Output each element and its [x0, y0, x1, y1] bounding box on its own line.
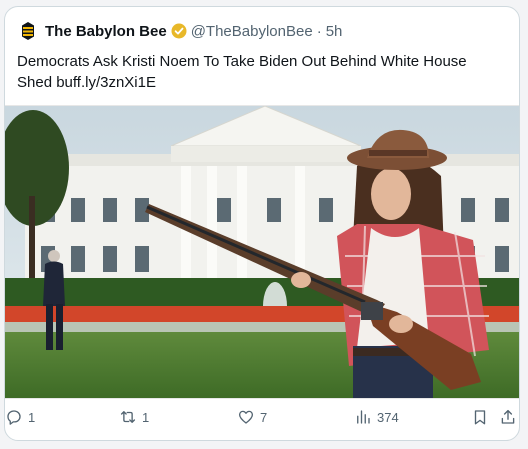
- share-button[interactable]: [499, 408, 519, 426]
- bee-logo-icon[interactable]: [17, 20, 39, 42]
- like-count: 7: [260, 409, 268, 425]
- separator-dot: ·: [316, 22, 322, 40]
- tweet-time[interactable]: 5h: [326, 23, 343, 40]
- share-icon: [501, 409, 515, 424]
- reply-icon: [7, 410, 21, 425]
- reply-button[interactable]: 1: [5, 408, 35, 426]
- tweet-text: Democrats Ask Kristi Noem To Take Biden …: [17, 51, 507, 93]
- retweet-count: 1: [142, 409, 150, 425]
- tweet-actions: 1 1 7 374: [5, 404, 519, 434]
- like-button[interactable]: 7: [237, 408, 267, 426]
- views-icon: [357, 410, 370, 424]
- verified-badge-icon: [171, 23, 187, 39]
- tweet-text-line-2[interactable]: Shed buff.ly/3znXi1E: [17, 72, 507, 93]
- tweet-card[interactable]: The Babylon Bee @TheBabylonBee · 5h Demo…: [4, 6, 520, 441]
- author-handle[interactable]: @TheBabylonBee: [191, 23, 313, 40]
- views-button[interactable]: 374: [354, 408, 399, 426]
- author-name[interactable]: The Babylon Bee: [45, 23, 167, 40]
- reply-count: 1: [28, 409, 36, 425]
- bookmark-icon: [474, 410, 486, 425]
- bookmark-button[interactable]: [471, 408, 494, 426]
- tweet-text-line-1: Democrats Ask Kristi Noem To Take Biden …: [17, 53, 467, 70]
- views-count: 374: [377, 409, 399, 425]
- tweet-media-image[interactable]: [5, 105, 519, 399]
- tweet-header: The Babylon Bee @TheBabylonBee · 5h: [17, 20, 343, 42]
- like-icon: [238, 410, 254, 424]
- retweet-icon: [120, 411, 136, 423]
- retweet-button[interactable]: 1: [119, 408, 149, 426]
